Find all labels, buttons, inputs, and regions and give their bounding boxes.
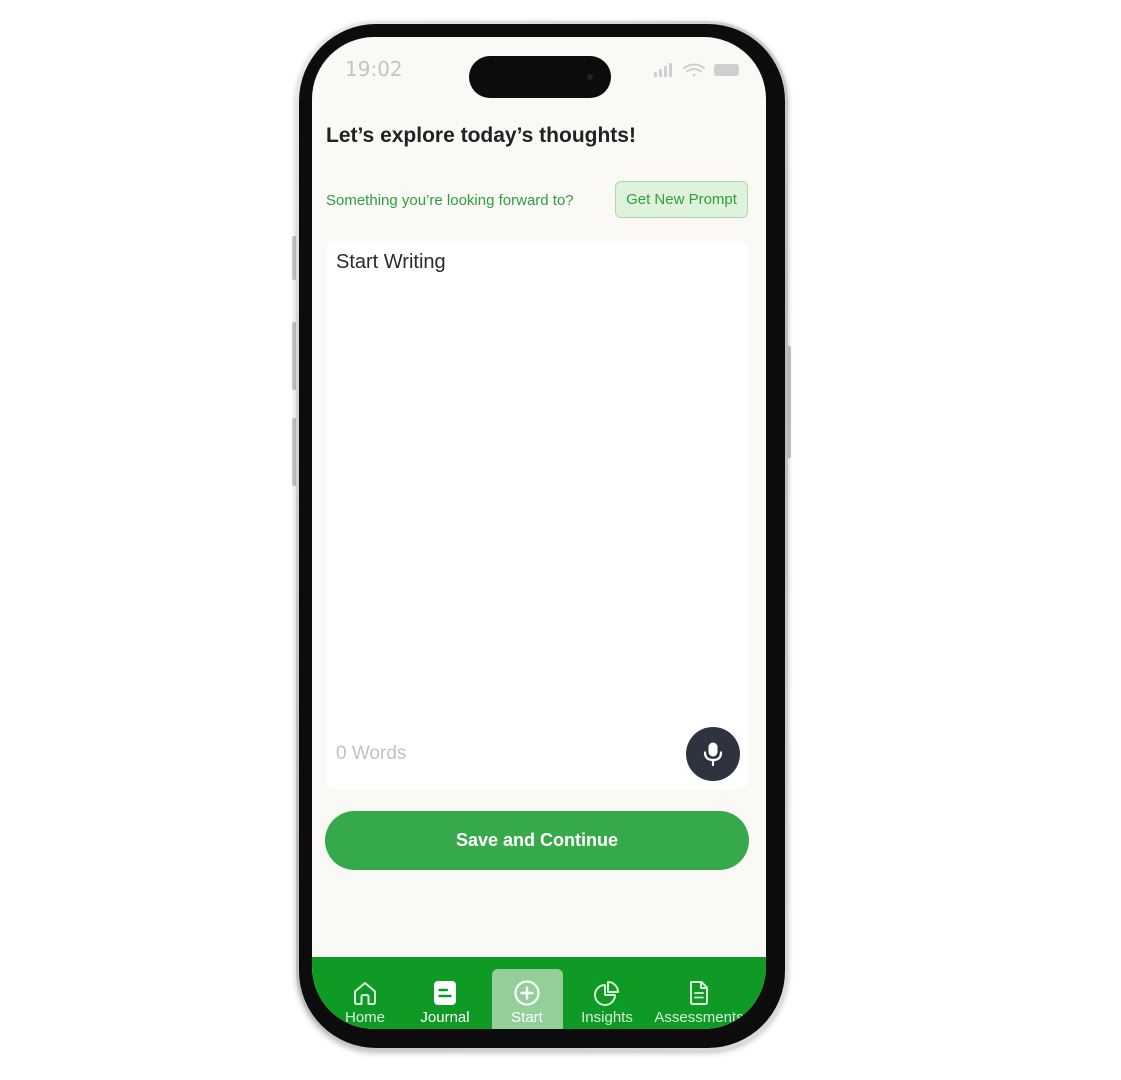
status-time: 19:02 bbox=[345, 57, 403, 81]
word-count: 0 Words bbox=[336, 743, 407, 764]
microphone-icon bbox=[703, 742, 723, 767]
phone-frame: 19:02 Let’s explore today’s thoughts! So… bbox=[296, 21, 788, 1051]
camera-dot bbox=[587, 74, 593, 80]
nav-item-start[interactable]: Start bbox=[494, 957, 560, 1029]
pie-chart-icon bbox=[594, 981, 619, 1006]
battery-icon bbox=[714, 64, 739, 76]
voice-input-button[interactable] bbox=[686, 727, 740, 781]
journal-prompt: Something you’re looking forward to? bbox=[326, 192, 574, 209]
page-title: Let’s explore today’s thoughts! bbox=[326, 124, 636, 147]
get-new-prompt-button[interactable]: Get New Prompt bbox=[615, 181, 748, 218]
nav-label: Home bbox=[344, 1009, 385, 1026]
journal-editor[interactable]: Start Writing 0 Words bbox=[326, 241, 748, 789]
status-icons bbox=[654, 63, 739, 77]
nav-item-home[interactable]: Home bbox=[332, 957, 398, 1029]
app-screen: 19:02 Let’s explore today’s thoughts! So… bbox=[312, 37, 766, 1029]
save-and-continue-button[interactable]: Save and Continue bbox=[325, 811, 749, 870]
nav-label: Assessments bbox=[654, 1009, 744, 1026]
nav-label: Start bbox=[511, 1009, 543, 1026]
nav-item-assessments[interactable]: Assessments bbox=[652, 957, 746, 1029]
editor-placeholder: Start Writing bbox=[336, 251, 446, 273]
nav-label: Insights bbox=[581, 1009, 633, 1026]
document-icon bbox=[690, 981, 708, 1005]
nav-item-journal[interactable]: Journal bbox=[412, 957, 478, 1029]
signal-icon bbox=[654, 63, 672, 77]
dynamic-island bbox=[469, 56, 611, 98]
plus-circle-icon bbox=[514, 980, 540, 1006]
nav-item-insights[interactable]: Insights bbox=[574, 957, 640, 1029]
bottom-nav: Home Journal Start Insights Assessments bbox=[312, 957, 766, 1029]
home-icon bbox=[354, 982, 376, 1005]
wifi-icon bbox=[683, 63, 705, 77]
nav-label: Journal bbox=[420, 1009, 470, 1026]
journal-icon bbox=[434, 981, 456, 1005]
stage: 19:02 Let’s explore today’s thoughts! So… bbox=[0, 0, 1121, 1080]
